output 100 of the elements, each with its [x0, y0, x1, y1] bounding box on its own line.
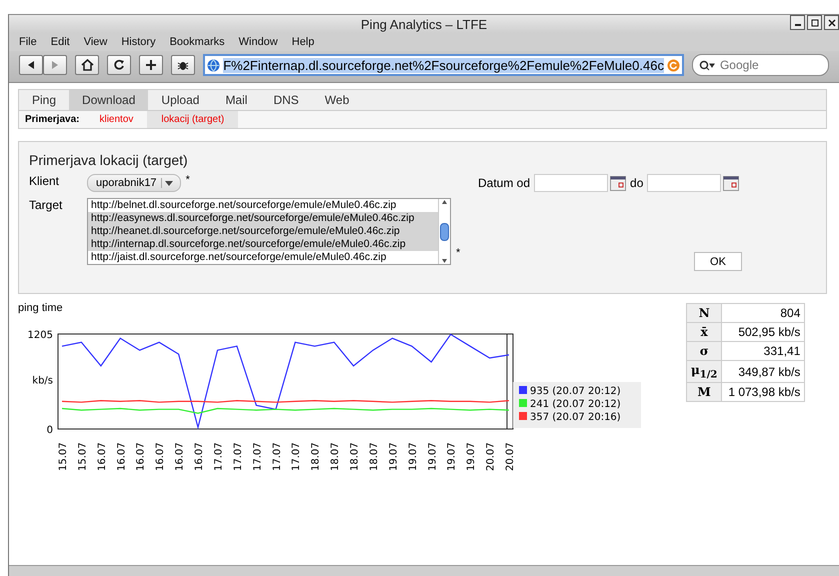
- x-tick-label: 19.07: [466, 442, 478, 471]
- x-tick-label: 15.07: [58, 442, 69, 471]
- tab[interactable]: Mail: [212, 90, 260, 110]
- table-cell: 331,41: [722, 342, 805, 360]
- calendar-icon[interactable]: [723, 176, 740, 190]
- table-cell: x̄: [686, 322, 722, 342]
- x-tick-label: 19.07: [446, 442, 458, 471]
- x-tick-label: 18.07: [330, 442, 342, 471]
- minimize-button[interactable]: [790, 15, 805, 30]
- legend-label: 357 (20.07 20:16): [530, 412, 621, 423]
- minimize-icon: [794, 24, 800, 26]
- forward-arrow-icon: [50, 60, 60, 70]
- date-from-field[interactable]: [534, 174, 608, 192]
- field-label: do: [630, 176, 644, 190]
- list-item[interactable]: http://easynews.dl.sourceforge.net/sourceforge/emule/eMule0.46c.zip: [88, 212, 438, 225]
- plus-icon: [145, 59, 158, 71]
- table-cell: 349,87 kb/s: [722, 360, 805, 383]
- list-item[interactable]: http://heanet.dl.sourceforge.net/sourceforge/emule/eMule0.46c.zip: [88, 225, 438, 238]
- ok-button[interactable]: OK: [694, 252, 742, 271]
- tab[interactable]: Upload: [148, 90, 212, 110]
- list-item[interactable]: http://internap.dl.sourceforge.net/sourceforge/emule/eMule0.46c.zip: [88, 238, 438, 251]
- menu-item[interactable]: Window: [238, 35, 278, 49]
- legend-label: 935 (20.07 20:12): [530, 386, 621, 397]
- field-label: Datum od: [478, 176, 530, 190]
- back-button[interactable]: [19, 55, 43, 75]
- forward-button[interactable]: [43, 55, 67, 75]
- y-tick-label: 1205: [28, 330, 53, 341]
- x-tick-label: 19.07: [427, 442, 438, 471]
- x-tick-label: 16.07: [116, 442, 128, 471]
- tab[interactable]: Download: [69, 90, 148, 110]
- caret-icon: [160, 178, 176, 188]
- menu-item[interactable]: Help: [292, 35, 314, 49]
- date-to-field[interactable]: [647, 174, 722, 192]
- bug-button[interactable]: [171, 55, 196, 75]
- table-cell: σ: [686, 342, 722, 360]
- legend-label: 241 (20.07 20:12): [530, 399, 621, 410]
- target-listbox[interactable]: [87, 198, 451, 265]
- x-tick-label: 17.07: [213, 442, 224, 471]
- table-cell: 502,95 kb/s: [722, 322, 805, 342]
- address-field[interactable]: F%2Finternap.dl.sourceforge.net%2Fsourceforge%2Femule%2FeMule0.46c: [203, 54, 684, 76]
- menu-item[interactable]: Edit: [50, 35, 70, 49]
- home-button[interactable]: [75, 55, 100, 75]
- x-tick-label: 20.07: [486, 442, 497, 471]
- menu-item[interactable]: View: [84, 35, 108, 49]
- scrollbar-thumb[interactable]: [440, 222, 449, 240]
- window-title: Ping Analytics – LTFE: [360, 16, 488, 32]
- x-tick-label: 17.07: [291, 442, 302, 471]
- calendar-icon[interactable]: [610, 176, 626, 190]
- x-tick-label: 16.07: [96, 442, 108, 471]
- required-mark: *: [186, 174, 190, 186]
- tab[interactable]: Ping: [19, 90, 70, 110]
- maximize-button[interactable]: [807, 15, 822, 30]
- x-tick-label: 19.07: [408, 442, 419, 471]
- y-axis-label: kb/s: [32, 376, 53, 386]
- x-tick-label: 19.07: [388, 442, 400, 471]
- scrollbar[interactable]: [438, 199, 450, 264]
- table-cell: 804: [722, 304, 805, 322]
- close-icon: [828, 18, 836, 26]
- search-field[interactable]: Google: [692, 54, 829, 76]
- x-tick-label: 16.07: [136, 442, 147, 471]
- bug-icon: [177, 59, 190, 71]
- subtab[interactable]: lokacij (target): [147, 111, 238, 128]
- form-title: Primerjava lokacij (target): [29, 152, 189, 168]
- back-arrow-icon: [26, 60, 36, 70]
- close-button[interactable]: [824, 15, 839, 30]
- list-item[interactable]: http://belnet.dl.sourceforge.net/sourceforge/emule/eMule0.46c.zip: [88, 199, 438, 212]
- maximize-icon: [810, 18, 818, 26]
- x-tick-label: 18.07: [350, 442, 361, 471]
- x-tick-label: 18.07: [310, 442, 322, 471]
- subtab-label: Primerjava:: [24, 113, 80, 127]
- required-mark: *: [456, 247, 460, 259]
- x-tick-label: 16.07: [194, 442, 206, 471]
- x-tick-label: 18.07: [368, 442, 380, 471]
- field-label: Klient: [29, 174, 60, 188]
- tab[interactable]: Web: [312, 90, 362, 110]
- scroll-up-icon[interactable]: [440, 199, 449, 205]
- list-item[interactable]: http://jaist.dl.sourceforge.net/sourceforge/emule/eMule0.46c.zip: [88, 251, 438, 264]
- subtab[interactable]: klientov: [85, 111, 148, 128]
- client-dropdown[interactable]: uporabnik17: [87, 174, 181, 192]
- x-tick-label: 16.07: [174, 442, 186, 471]
- table-cell: N: [686, 304, 722, 322]
- home-icon: [80, 59, 94, 71]
- tab[interactable]: DNS: [260, 90, 312, 110]
- x-tick-label: 20.07: [505, 442, 516, 471]
- x-tick-label: 15.07: [77, 442, 88, 471]
- table-cell: M: [686, 382, 722, 402]
- x-tick-label: 17.07: [252, 442, 264, 471]
- x-tick-label: 17.07: [232, 442, 244, 471]
- new-tab-button[interactable]: [139, 55, 164, 75]
- reload-icon: [113, 59, 126, 71]
- chart-title: ping time: [18, 302, 64, 314]
- y-tick-label: 0: [46, 425, 53, 436]
- menu-item[interactable]: Bookmarks: [170, 35, 225, 49]
- reload-button[interactable]: [107, 55, 132, 75]
- search-icon: [698, 60, 715, 70]
- scroll-down-icon[interactable]: [440, 258, 449, 264]
- table-cell: 1 073,98 kb/s: [722, 382, 805, 402]
- menu-item[interactable]: File: [19, 35, 37, 49]
- x-tick-label: 17.07: [272, 442, 283, 471]
- menu-item[interactable]: History: [121, 35, 156, 49]
